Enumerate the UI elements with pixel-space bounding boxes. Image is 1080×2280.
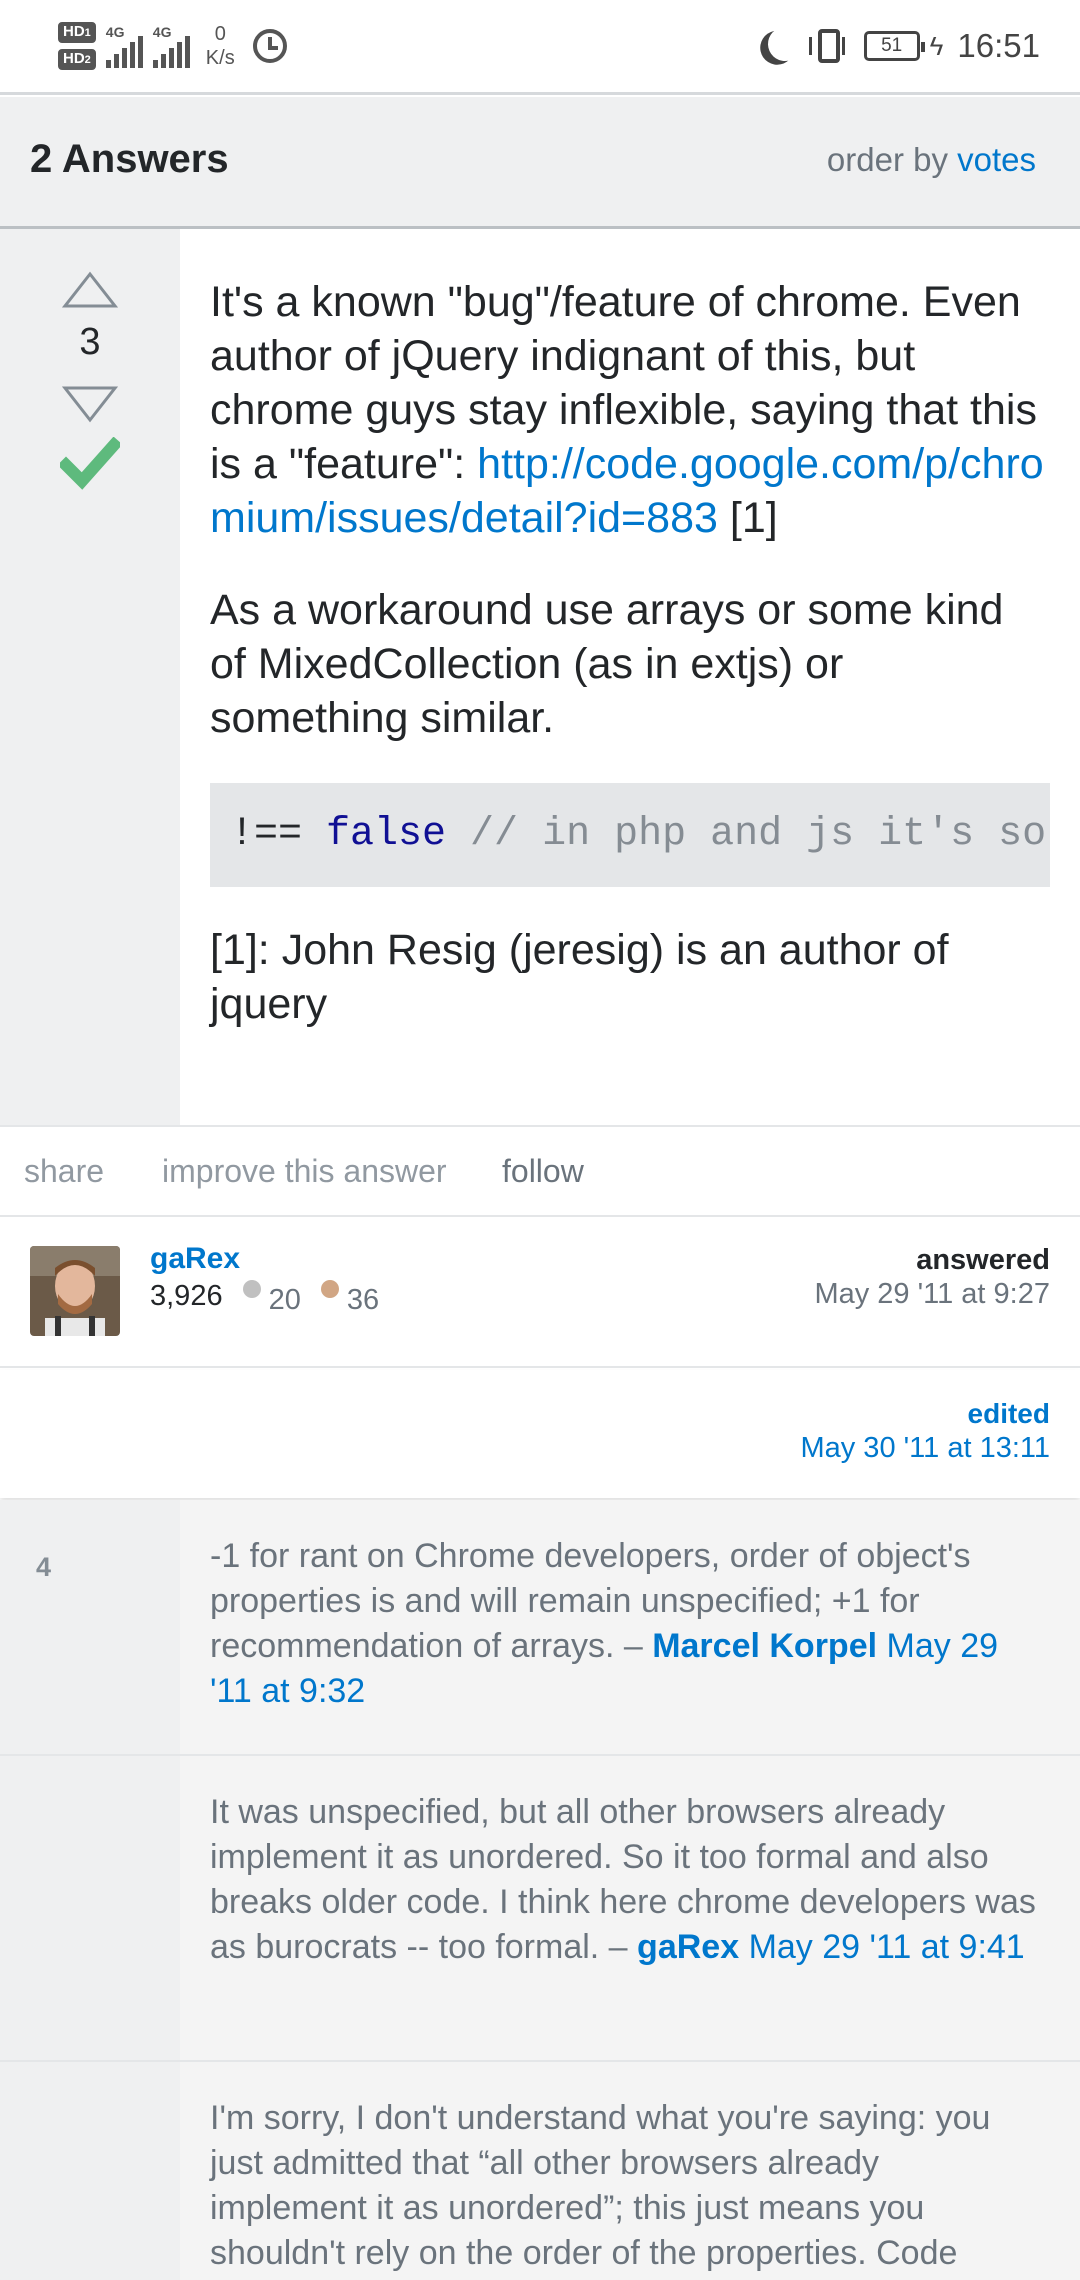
- order-by-votes-link[interactable]: votes: [957, 141, 1036, 178]
- order-by-label: order by: [826, 141, 948, 178]
- silver-badge-icon: [242, 1279, 261, 1298]
- comment-text: I'm sorry, I don't understand what you'r…: [210, 2099, 991, 2272]
- answers-header: 2 Answers order by votes: [0, 97, 1080, 229]
- reputation-score: 3,926: [150, 1280, 223, 1312]
- vote-column: 3: [0, 229, 180, 1125]
- comment-user-link[interactable]: gaRex: [637, 1928, 739, 1966]
- answers-count: 2 Answers: [30, 137, 229, 181]
- upvote-arrow-icon[interactable]: [62, 271, 118, 309]
- post-actions: share improve this answer follow: [0, 1125, 1080, 1217]
- bronze-badge-icon: [320, 1279, 339, 1298]
- comment-item: 4 -1 for rant on Chrome developers, orde…: [0, 1500, 1080, 1756]
- answer-paragraph-2: As a workaround use arrays or some kind …: [210, 586, 1004, 742]
- signal-1-icon: 4G: [105, 24, 143, 68]
- downvote-arrow-icon[interactable]: [62, 385, 118, 423]
- answerer-card: gaRex 3,926 20 36 answered May 29 '11 at…: [0, 1218, 1080, 1368]
- improve-answer-link[interactable]: improve this answer: [162, 1153, 447, 1190]
- silver-badge-count: 20: [268, 1284, 301, 1316]
- share-link[interactable]: share: [24, 1153, 104, 1190]
- answer-paragraph-3: [1]: John Resig (jeresig) is an author o…: [210, 926, 949, 1028]
- answer-body: It's a known "bug"/feature of chrome. Ev…: [210, 275, 1050, 1069]
- status-right: 51 ϟ 16:51: [760, 20, 1040, 72]
- user-reputation: 3,926 20 36: [150, 1279, 379, 1316]
- battery-icon: 51: [863, 31, 925, 61]
- comment-item: I'm sorry, I don't understand what you'r…: [0, 2062, 1080, 2280]
- code-block: !== false // in php and js it's so: [210, 783, 1050, 887]
- comment-score-column: [0, 1756, 180, 2060]
- alarm-icon: [252, 29, 287, 63]
- hd2-badge: HD2: [58, 49, 96, 70]
- comment-date-link[interactable]: May 29 '11 at 9:41: [749, 1928, 1025, 1966]
- edited-date-link[interactable]: May 30 '11 at 13:11: [800, 1432, 1050, 1465]
- accepted-check-icon: [60, 437, 120, 490]
- clock-time: 16:51: [957, 27, 1040, 64]
- edited-card: edited May 30 '11 at 13:11: [0, 1370, 1080, 1498]
- vibrate-icon: [808, 29, 845, 63]
- comment-text: It was unspecified, but all other browse…: [210, 1793, 1036, 1966]
- answered-date: May 29 '11 at 9:27: [814, 1278, 1050, 1310]
- status-left: HD1 HD2 4G 4G 0 K/s: [58, 14, 287, 78]
- comment-score: 4: [36, 1552, 52, 1582]
- answer: 3 It's a known "bug"/feature of chrome. …: [0, 229, 1080, 1217]
- edited-link[interactable]: edited: [968, 1398, 1050, 1430]
- comment-score-column: 4: [0, 1500, 180, 1754]
- charging-bolt-icon: ϟ: [929, 30, 944, 61]
- user-avatar[interactable]: [30, 1246, 120, 1336]
- answered-label: answered: [916, 1244, 1050, 1276]
- do-not-disturb-moon-icon: [765, 24, 804, 63]
- comment-text: -1 for rant on Chrome developers, order …: [210, 1537, 999, 1710]
- order-by: order by votes: [827, 141, 1036, 179]
- hd-indicators: HD1 HD2: [58, 22, 96, 70]
- comment-user-link[interactable]: Marcel Korpel: [652, 1627, 877, 1665]
- user-name-link[interactable]: gaRex: [150, 1242, 240, 1276]
- signal-2-icon: 4G: [152, 24, 190, 68]
- bronze-badge-count: 36: [346, 1284, 380, 1316]
- status-bar: HD1 HD2 4G 4G 0 K/s 51 ϟ 16:51: [0, 0, 1080, 95]
- network-speed: 0 K/s: [205, 23, 235, 69]
- comment-score-column: [0, 2062, 180, 2280]
- comment-item: It was unspecified, but all other browse…: [0, 1756, 1080, 2062]
- answer-paragraph-1: It's a known "bug"/feature of chrome. Ev…: [210, 278, 1044, 542]
- hd1-badge: HD1: [58, 22, 96, 43]
- follow-link[interactable]: follow: [502, 1153, 584, 1190]
- comments-list: 4 -1 for rant on Chrome developers, orde…: [0, 1500, 1080, 2280]
- vote-count: 3: [79, 321, 101, 363]
